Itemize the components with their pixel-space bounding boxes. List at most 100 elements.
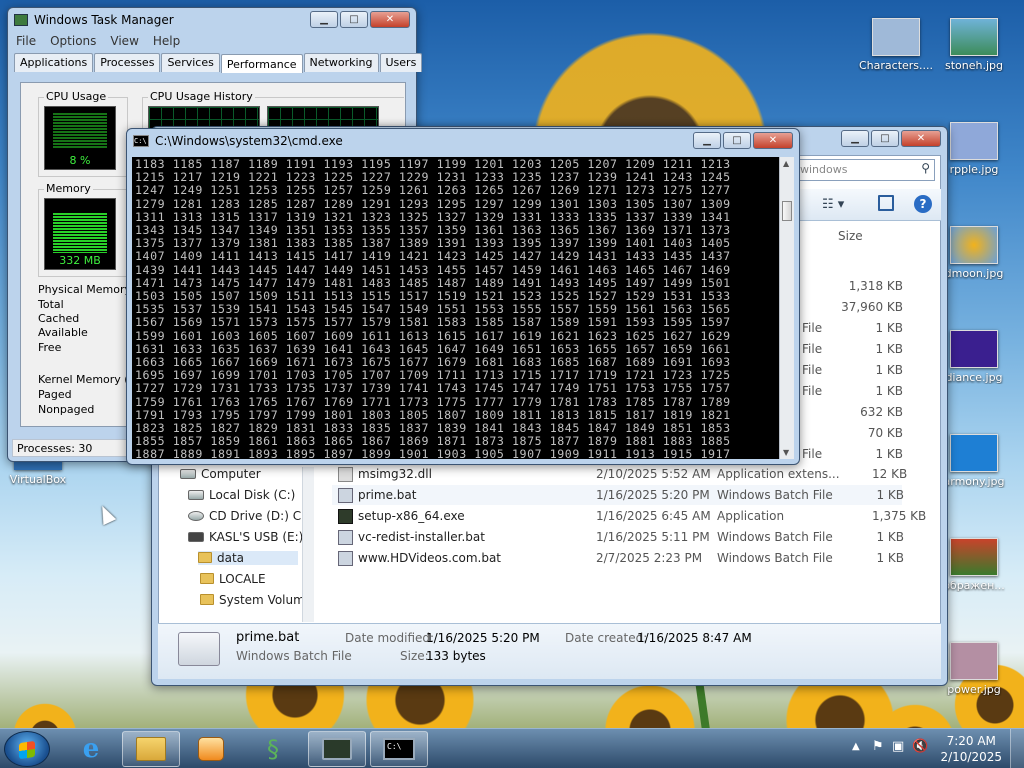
desktop-icon-characters[interactable]: Characters.... [858,18,934,72]
show-desktop-button[interactable] [1010,729,1024,768]
detail-created-value: 1/16/2025 8:47 AM [637,631,752,645]
nav-item-usb[interactable]: KASL'S USB (E:) [188,530,303,544]
minimize-button[interactable]: ▁ [841,130,869,147]
show-hidden-icons-icon[interactable]: ▲ [852,741,860,752]
volume-icon[interactable]: 🔇 [912,739,928,754]
memory-group: Memory 332 MB [38,182,128,277]
batch-file-large-icon [178,632,220,666]
scroll-down-icon[interactable]: ▼ [783,448,789,457]
process-count: Processes: 30 [17,442,93,455]
file-type: Application extens... [717,467,840,481]
taskbar-task-manager[interactable] [308,731,366,767]
taskbar-internet-explorer[interactable]: e [62,731,120,767]
maximize-button[interactable]: □ [871,130,899,147]
nav-item-system-volume[interactable]: System Volume [200,593,312,607]
search-icon[interactable]: ⚲ [921,161,930,175]
internet-explorer-icon: e [82,734,100,764]
view-options-icon[interactable]: ☷ ▾ [822,197,844,212]
cd-drive-icon [188,511,204,521]
menu-view[interactable]: View [110,34,138,48]
nav-item-data[interactable]: data [198,551,298,565]
usb-drive-icon [188,532,204,542]
cpu-value: 8 % [69,154,91,167]
close-button[interactable]: ✕ [370,11,410,28]
file-row[interactable]: vc-redist-installer.bat 1/16/2025 5:11 P… [332,527,904,547]
file-size: 632 KB [860,405,903,419]
search-input[interactable]: windows ⚲ [795,159,935,181]
maximize-button[interactable]: □ [723,132,751,149]
nav-label: Local Disk (C:) [209,488,296,502]
folder-icon [200,594,214,605]
detail-size-label: Size: [400,649,429,663]
cmd-icon: C:\ [133,135,149,147]
detail-file-type: Windows Batch File [236,649,352,663]
image-thumbnail-icon [950,538,998,576]
tab-strip: Applications Processes Services Performa… [8,50,423,73]
file-row[interactable]: setup-x86_64.exe 1/16/2025 6:45 AM Appli… [332,506,926,526]
kernel-memory-label: Kernel Memory (M [38,373,139,386]
network-icon[interactable]: ▣ [892,739,904,754]
exe-file-icon [338,509,353,524]
taskbar-explorer[interactable] [122,731,180,767]
detail-modified-value: 1/16/2025 5:20 PM [426,631,540,645]
tab-applications[interactable]: Applications [14,53,94,72]
file-size: 1 KB [875,342,903,356]
start-button[interactable] [4,731,50,767]
physical-total-label: Total [38,298,64,311]
desktop-icon-label: VirtualBox [9,473,67,486]
detail-modified-label: Date modified: [345,631,435,645]
nav-item-cd-drive[interactable]: CD Drive (D:) CDI [188,509,314,523]
taskbar-media-player[interactable] [182,731,240,767]
flag-icon[interactable]: ⚑ [872,739,884,754]
column-header-size[interactable]: Size [838,229,863,243]
file-row[interactable]: msimg32.dll 2/10/2025 5:52 AM Applicatio… [332,464,907,484]
minimize-button[interactable]: ▁ [693,132,721,149]
tab-performance[interactable]: Performance [220,54,303,73]
file-row[interactable]: prime.bat 1/16/2025 5:20 PM Windows Batc… [332,485,904,505]
search-placeholder: windows [800,163,848,176]
nav-scrollbar[interactable] [302,467,314,622]
file-size: 1 KB [876,530,904,544]
window-title: Windows Task Manager [34,13,174,27]
taskbar-app[interactable]: § [244,731,302,767]
maximize-button[interactable]: □ [340,11,368,28]
scroll-thumb[interactable] [782,201,792,221]
tab-services[interactable]: Services [161,53,220,72]
close-button[interactable]: ✕ [753,132,793,149]
clock-time: 7:20 AM [946,734,996,748]
menu-help[interactable]: Help [153,34,180,48]
desktop-icon-stoneh[interactable]: stoneh.jpg [936,18,1012,72]
cmd-scrollbar[interactable]: ▲ ▼ [779,157,794,459]
file-name: msimg32.dll [358,467,432,481]
file-size: 37,960 KB [841,300,903,314]
taskbar-cmd[interactable]: C:\ [370,731,428,767]
close-button[interactable]: ✕ [901,130,941,147]
menu-options[interactable]: Options [50,34,96,48]
file-type: Application [717,509,785,523]
tab-networking[interactable]: Networking [303,53,379,72]
console-output[interactable]: 1183 1185 1187 1189 1191 1193 1195 1197 … [132,157,780,459]
tab-processes[interactable]: Processes [94,53,161,72]
file-date: 1/16/2025 5:11 PM [596,530,710,544]
cmd-icon: C:\ [383,738,415,760]
menu-file[interactable]: File [16,34,36,48]
nav-label: Computer [201,467,261,481]
cpu-meter-bars [53,113,107,149]
file-row[interactable]: www.HDVideos.com.bat 2/7/2025 2:23 PM Wi… [332,548,904,568]
cmd-window[interactable]: C:\ C:\Windows\system32\cmd.exe ▁ □ ✕ 11… [126,128,800,465]
cpu-meter: 8 % [44,106,116,170]
minimize-button[interactable]: ▁ [310,11,338,28]
green-app-icon: § [267,735,279,763]
preview-pane-icon[interactable] [878,195,894,211]
tab-users[interactable]: Users [379,53,423,72]
clock[interactable]: 7:20 AM 2/10/2025 [940,733,1002,765]
nav-item-locale[interactable]: LOCALE [200,572,266,586]
scroll-up-icon[interactable]: ▲ [783,159,789,168]
computer-icon [180,469,196,479]
nav-item-local-disk[interactable]: Local Disk (C:) [188,488,295,502]
help-icon[interactable]: ? [914,195,932,213]
file-size: 1 KB [875,321,903,335]
nav-item-computer[interactable]: Computer [180,467,261,481]
hard-drive-icon [188,490,204,500]
desktop-icon-label: stoneh.jpg [944,59,1003,72]
